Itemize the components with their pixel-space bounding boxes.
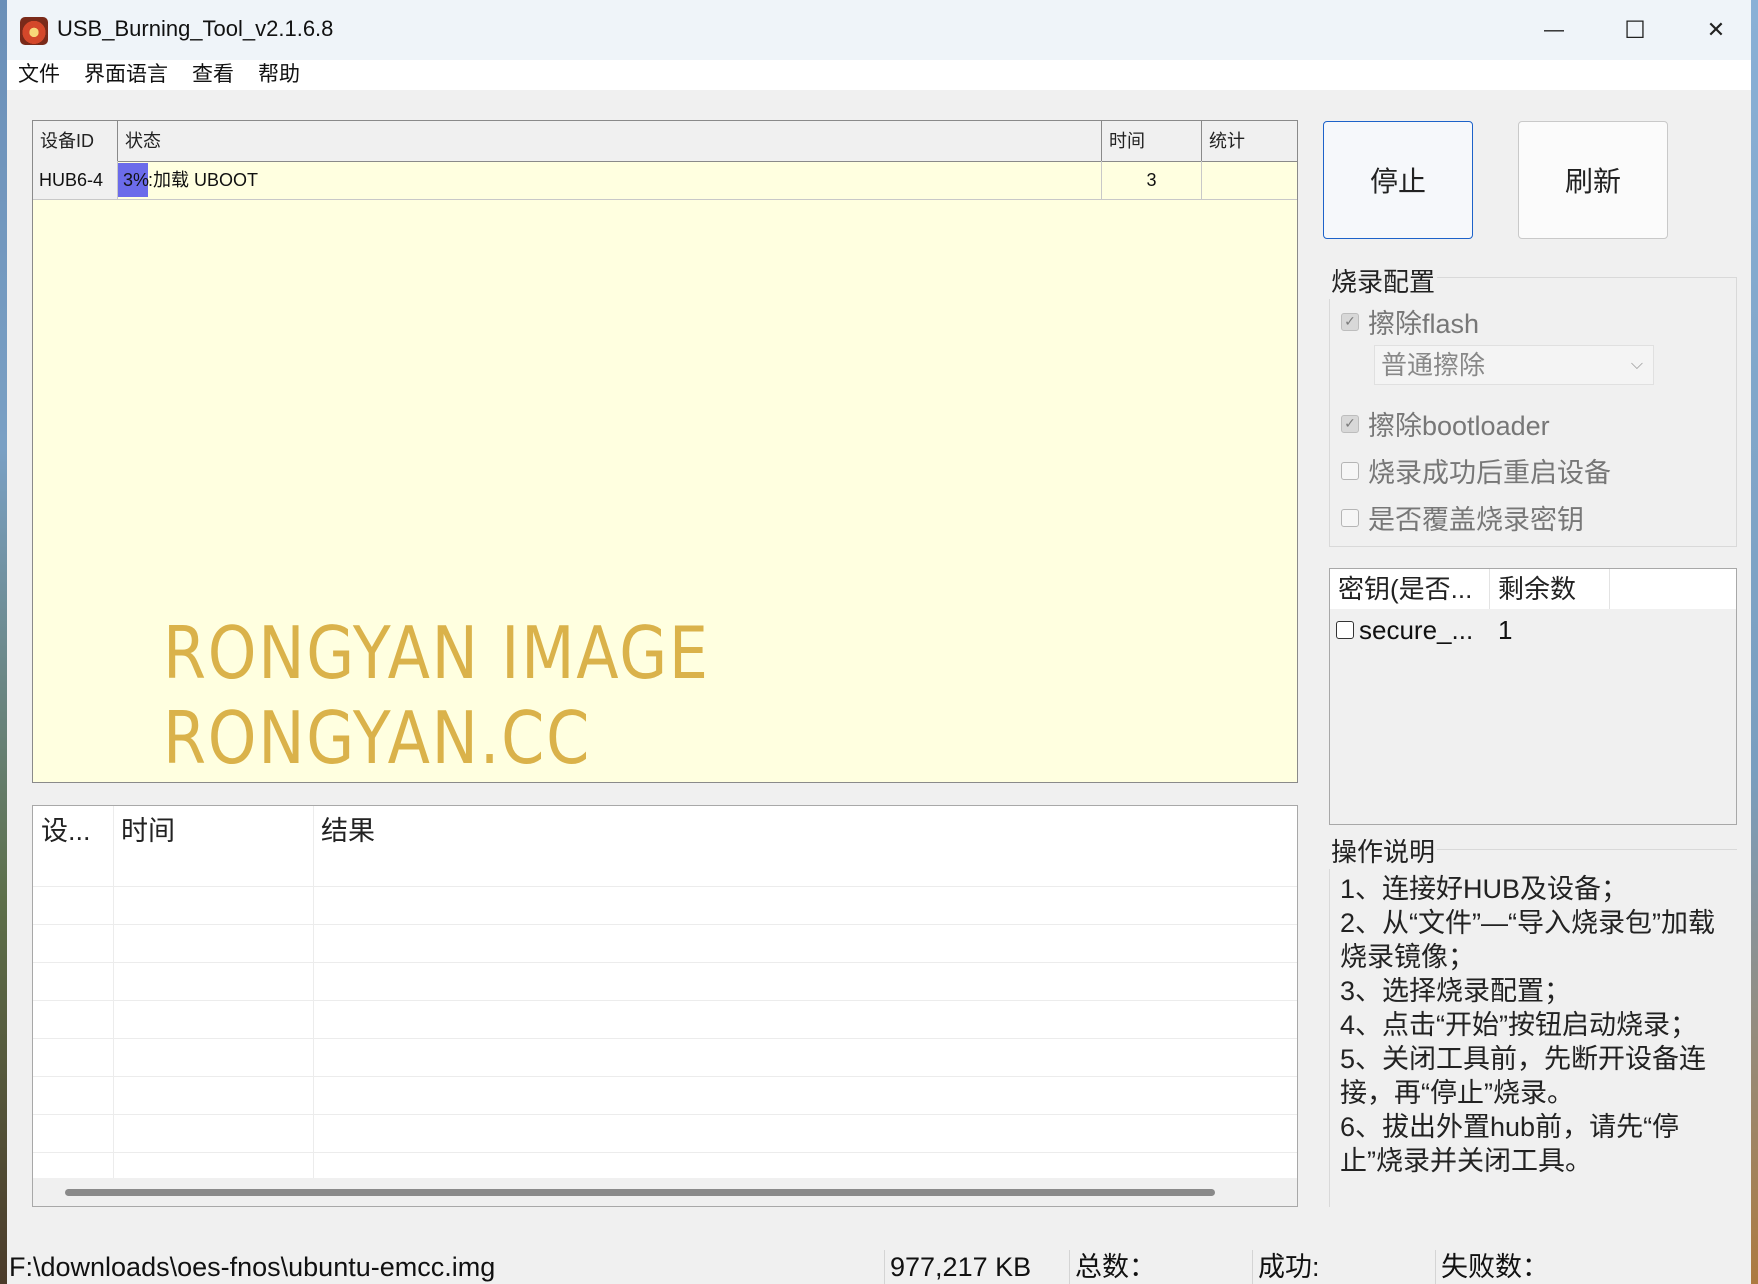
title-bar[interactable]: USB_Burning_Tool_v2.1.6.8 — ☐ ✕ xyxy=(7,0,1751,60)
desktop-background-left xyxy=(0,0,7,1284)
app-window: USB_Burning_Tool_v2.1.6.8 — ☐ ✕ 文件 界面语言 … xyxy=(7,0,1751,1284)
status-image-path: F:\downloads\oes-fnos\ubuntu-emcc.img xyxy=(7,1250,885,1284)
key-name: secure_... xyxy=(1359,615,1474,645)
row-divider xyxy=(33,962,1297,963)
status-failed: 失败数： xyxy=(1441,1252,1549,1282)
row-divider xyxy=(33,1038,1297,1039)
app-icon xyxy=(20,17,48,45)
instruction-line: 1、连接好HUB及设备； xyxy=(1340,874,1629,904)
column-log-time[interactable]: 时间 xyxy=(113,806,313,856)
instruction-line: 4、点击“开始”按钮启动烧录； xyxy=(1340,1010,1697,1040)
key-remaining: 1 xyxy=(1498,615,1513,645)
erase-bootloader-checkbox[interactable]: ✓ 擦除bootloader xyxy=(1341,404,1550,443)
watermark-line-2: RONGYAN.CC xyxy=(163,696,592,780)
scrollbar-thumb[interactable] xyxy=(65,1189,1215,1196)
status-text: :加载 UBOOT xyxy=(148,170,259,190)
erase-bootloader-label: 擦除bootloader xyxy=(1368,411,1550,441)
instruction-line: 6、拔出外置hub前，请先“停止”烧录并关闭工具。 xyxy=(1340,1112,1680,1176)
reboot-after-label: 烧录成功后重启设备 xyxy=(1368,458,1611,488)
row-divider xyxy=(33,1152,1297,1153)
desktop-background-right xyxy=(1751,0,1758,1284)
status-bar: F:\downloads\oes-fnos\ubuntu-emcc.img 97… xyxy=(7,1250,1751,1284)
progress-label: 3% xyxy=(123,170,150,190)
key-checkbox[interactable] xyxy=(1336,621,1354,639)
column-divider xyxy=(113,806,114,1178)
column-key[interactable]: 密钥(是否... xyxy=(1330,569,1490,609)
watermark-line-1: RONGYAN IMAGE xyxy=(163,611,710,695)
menu-help[interactable]: 帮助 xyxy=(258,60,300,90)
erase-mode-select[interactable]: 普通擦除 ⌵ xyxy=(1374,345,1654,385)
key-list[interactable]: 密钥(是否... 剩余数 secure_... 1 xyxy=(1329,568,1737,825)
erase-mode-value: 普通擦除 xyxy=(1381,350,1486,380)
burn-config-title: 烧录配置 xyxy=(1329,262,1438,299)
column-time[interactable]: 时间 xyxy=(1102,121,1202,161)
device-table: 设备ID 状态 时间 统计 HUB6-4 3% :加载 UBOOT 3 RONG… xyxy=(32,120,1298,783)
device-stats xyxy=(1202,161,1297,199)
device-row[interactable]: HUB6-4 3% :加载 UBOOT 3 xyxy=(33,161,1297,200)
close-button[interactable]: ✕ xyxy=(1686,10,1746,50)
erase-flash-checkbox[interactable]: ✓ 擦除flash xyxy=(1341,302,1479,341)
column-stats[interactable]: 统计 xyxy=(1202,121,1297,161)
status-image-size: 977,217 KB xyxy=(885,1250,1070,1284)
overwrite-key-checkbox[interactable]: 是否覆盖烧录密钥 xyxy=(1341,498,1584,537)
maximize-icon: ☐ xyxy=(1624,16,1646,44)
column-remaining[interactable]: 剩余数 xyxy=(1490,569,1610,609)
log-list[interactable]: 设... 时间 结果 xyxy=(32,805,1298,1207)
row-divider xyxy=(33,1114,1297,1115)
minimize-icon: — xyxy=(1544,18,1564,41)
instruction-line: 2、从“文件”—“导入烧录包”加载烧录镜像； xyxy=(1340,908,1715,972)
instruction-line: 5、关闭工具前，先断开设备连接，再“停止”烧录。 xyxy=(1340,1044,1707,1108)
close-icon: ✕ xyxy=(1706,17,1726,42)
key-list-header: 密钥(是否... 剩余数 xyxy=(1330,569,1736,609)
overwrite-key-label: 是否覆盖烧录密钥 xyxy=(1368,505,1584,535)
refresh-button[interactable]: 刷新 xyxy=(1518,121,1668,239)
checkbox-icon xyxy=(1341,508,1359,527)
row-divider xyxy=(33,1000,1297,1001)
horizontal-scrollbar[interactable] xyxy=(33,1178,1297,1206)
maximize-button[interactable]: ☐ xyxy=(1605,10,1665,50)
column-log-device[interactable]: 设... xyxy=(33,806,113,856)
stop-button[interactable]: 停止 xyxy=(1323,121,1473,239)
device-status-cell: 3% :加载 UBOOT xyxy=(118,161,1102,199)
device-time: 3 xyxy=(1102,161,1202,199)
status-success: 成功: xyxy=(1253,1250,1436,1284)
window-title: USB_Burning_Tool_v2.1.6.8 xyxy=(57,16,334,41)
row-divider xyxy=(33,1076,1297,1077)
instructions-title: 操作说明 xyxy=(1329,832,1438,869)
checkbox-icon: ✓ xyxy=(1341,312,1359,331)
device-table-header: 设备ID 状态 时间 统计 xyxy=(33,121,1297,162)
chevron-down-icon: ⌵ xyxy=(1630,356,1643,373)
instructions-text: 1、连接好HUB及设备； 2、从“文件”—“导入烧录包”加载烧录镜像； 3、选择… xyxy=(1340,872,1740,1178)
menu-language[interactable]: 界面语言 xyxy=(84,60,168,90)
row-divider xyxy=(33,924,1297,925)
column-status[interactable]: 状态 xyxy=(118,121,1102,161)
erase-flash-label: 擦除flash xyxy=(1368,309,1480,339)
key-row[interactable]: secure_... 1 xyxy=(1330,611,1736,651)
menu-bar: 文件 界面语言 查看 帮助 xyxy=(7,60,1751,90)
column-log-result[interactable]: 结果 xyxy=(313,806,613,856)
column-divider xyxy=(313,806,314,1178)
device-id: HUB6-4 xyxy=(33,161,118,199)
minimize-button[interactable]: — xyxy=(1524,10,1584,50)
checkbox-icon: ✓ xyxy=(1341,414,1359,433)
instruction-line: 3、选择烧录配置； xyxy=(1340,976,1572,1006)
reboot-after-checkbox[interactable]: 烧录成功后重启设备 xyxy=(1341,451,1611,490)
menu-file[interactable]: 文件 xyxy=(18,60,60,90)
menu-view[interactable]: 查看 xyxy=(192,60,234,90)
checkbox-icon xyxy=(1341,461,1359,480)
row-divider xyxy=(33,886,1297,887)
column-device-id[interactable]: 设备ID xyxy=(33,121,118,161)
status-total: 总数： xyxy=(1070,1250,1253,1284)
